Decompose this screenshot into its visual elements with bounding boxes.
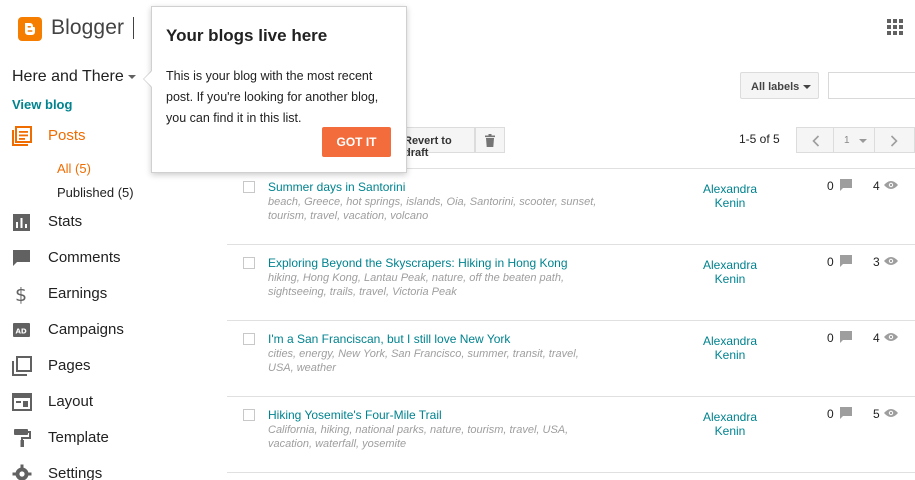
sidebar-item-label: Pages <box>48 357 91 374</box>
stats-icon <box>13 214 30 231</box>
sidebar-item-layout[interactable]: Layout <box>12 390 152 414</box>
post-author[interactable]: Alexandra Kenin <box>695 258 765 286</box>
comment-icon <box>840 407 852 419</box>
popup-title: Your blogs live here <box>166 26 328 45</box>
apps-grid-icon[interactable] <box>887 19 903 35</box>
chevron-down-icon <box>859 139 867 143</box>
sidebar-item-label: Campaigns <box>48 321 124 338</box>
sidebar-item-posts[interactable]: Posts <box>12 124 152 148</box>
sidebar-item-label: Settings <box>48 465 103 480</box>
topbar-divider <box>133 17 134 39</box>
chevron-right-icon <box>890 135 898 147</box>
campaigns-icon: AD <box>13 323 30 337</box>
sidebar-item-earnings[interactable]: $ Earnings <box>12 282 152 306</box>
eye-icon <box>884 257 898 265</box>
post-title[interactable]: Hiking Yosemite's Four-Mile Trail <box>268 408 442 422</box>
delete-button[interactable] <box>475 127 505 153</box>
comments-icon <box>13 250 30 266</box>
sidebar-item-comments[interactable]: Comments <box>12 246 152 270</box>
post-labels: hiking, Hong Kong, Lantau Peak, nature, … <box>268 272 564 298</box>
comment-icon <box>840 179 852 191</box>
post-title[interactable]: I'm a San Franciscan, but I still love N… <box>268 332 510 346</box>
blogger-logo-icon[interactable] <box>18 17 42 41</box>
brand-name[interactable]: Blogger <box>51 16 124 40</box>
sidebar-item-label: Stats <box>48 213 83 230</box>
revert-button-label: Revert to draft <box>404 135 452 159</box>
post-labels: beach, Greece, hot springs, islands, Oia… <box>268 196 597 222</box>
sidebar-item-campaigns[interactable]: AD Campaigns <box>12 318 152 342</box>
post-labels: California, hiking, national parks, natu… <box>268 424 569 450</box>
sidebar-subitem-published[interactable]: Published (5) <box>57 185 134 200</box>
previous-page-button[interactable] <box>796 127 834 153</box>
chevron-down-icon <box>803 85 811 89</box>
svg-text:AD: AD <box>16 328 27 336</box>
post-row[interactable]: Exploring Beyond the Skyscrapers: Hiking… <box>227 245 915 321</box>
search-input[interactable] <box>828 72 915 99</box>
sidebar-subitem-all[interactable]: All (5) <box>57 161 91 176</box>
page-select[interactable]: 1 <box>833 127 875 153</box>
sidebar-item-label: Comments <box>48 249 121 266</box>
comment-icon <box>840 255 852 267</box>
posts-icon <box>12 126 32 146</box>
sidebar-item-label: Layout <box>48 393 94 410</box>
row-divider <box>227 472 915 473</box>
view-blog-link[interactable]: View blog <box>12 97 72 112</box>
blog-selector[interactable]: Here and There <box>12 68 124 86</box>
next-page-button[interactable] <box>874 127 915 153</box>
post-checkbox[interactable] <box>243 181 255 193</box>
top-bar: Blogger <box>0 0 915 56</box>
comment-count: 0 <box>827 255 834 269</box>
sidebar-item-settings[interactable]: Settings <box>12 462 152 480</box>
eye-icon <box>884 181 898 189</box>
revert-to-draft-button[interactable]: Revert to draft <box>395 127 475 159</box>
sidebar-item-template[interactable]: Template <box>12 426 152 450</box>
sidebar-item-label: Template <box>48 429 109 446</box>
popup-arrow-fill <box>144 70 153 88</box>
layout-icon <box>12 393 32 411</box>
post-author[interactable]: Alexandra Kenin <box>695 182 765 210</box>
post-checkbox[interactable] <box>243 257 255 269</box>
sidebar-item-label: Posts <box>48 127 86 144</box>
comment-count: 0 <box>827 407 834 421</box>
sidebar-item-pages[interactable]: Pages <box>12 354 152 378</box>
earnings-icon: $ <box>15 284 27 304</box>
labels-dropdown-value: All labels <box>751 81 800 93</box>
post-count: 1-5 of 5 <box>739 132 780 146</box>
post-author[interactable]: Alexandra Kenin <box>695 334 765 362</box>
chevron-down-icon[interactable] <box>128 75 136 79</box>
blogger-dashboard: Blogger Here and There View blog Posts A… <box>0 0 915 480</box>
popup-body: This is your blog with the most recent p… <box>166 69 379 125</box>
post-labels: cities, energy, New York, San Francisco,… <box>268 348 579 374</box>
page-number: 1 <box>844 135 850 146</box>
sidebar-item-stats[interactable]: Stats <box>12 210 152 234</box>
view-count: 5 <box>873 407 880 421</box>
comment-icon <box>840 331 852 343</box>
view-count: 4 <box>873 331 880 345</box>
eye-icon <box>884 333 898 341</box>
settings-icon <box>12 464 32 480</box>
post-row[interactable]: Hiking Yosemite's Four-Mile Trail Califo… <box>227 397 915 473</box>
post-checkbox[interactable] <box>243 333 255 345</box>
labels-dropdown[interactable]: All labels <box>740 72 819 99</box>
post-title[interactable]: Exploring Beyond the Skyscrapers: Hiking… <box>268 256 568 270</box>
eye-icon <box>884 409 898 417</box>
onboarding-popup: Your blogs live here This is your blog w… <box>151 6 407 173</box>
post-author[interactable]: Alexandra Kenin <box>695 410 765 438</box>
view-count: 4 <box>873 179 880 193</box>
comment-count: 0 <box>827 331 834 345</box>
post-title[interactable]: Summer days in Santorini <box>268 180 405 194</box>
trash-icon <box>485 134 495 147</box>
post-row[interactable]: Summer days in Santorini beach, Greece, … <box>227 169 915 245</box>
post-checkbox[interactable] <box>243 409 255 421</box>
template-icon <box>14 429 31 447</box>
svg-text:$: $ <box>15 284 27 304</box>
comment-count: 0 <box>827 179 834 193</box>
pages-icon <box>12 356 32 376</box>
post-row[interactable]: I'm a San Franciscan, but I still love N… <box>227 321 915 397</box>
sidebar-item-label: Earnings <box>48 285 108 302</box>
got-it-button[interactable]: GOT IT <box>322 127 391 157</box>
chevron-left-icon <box>812 135 820 147</box>
view-count: 3 <box>873 255 880 269</box>
